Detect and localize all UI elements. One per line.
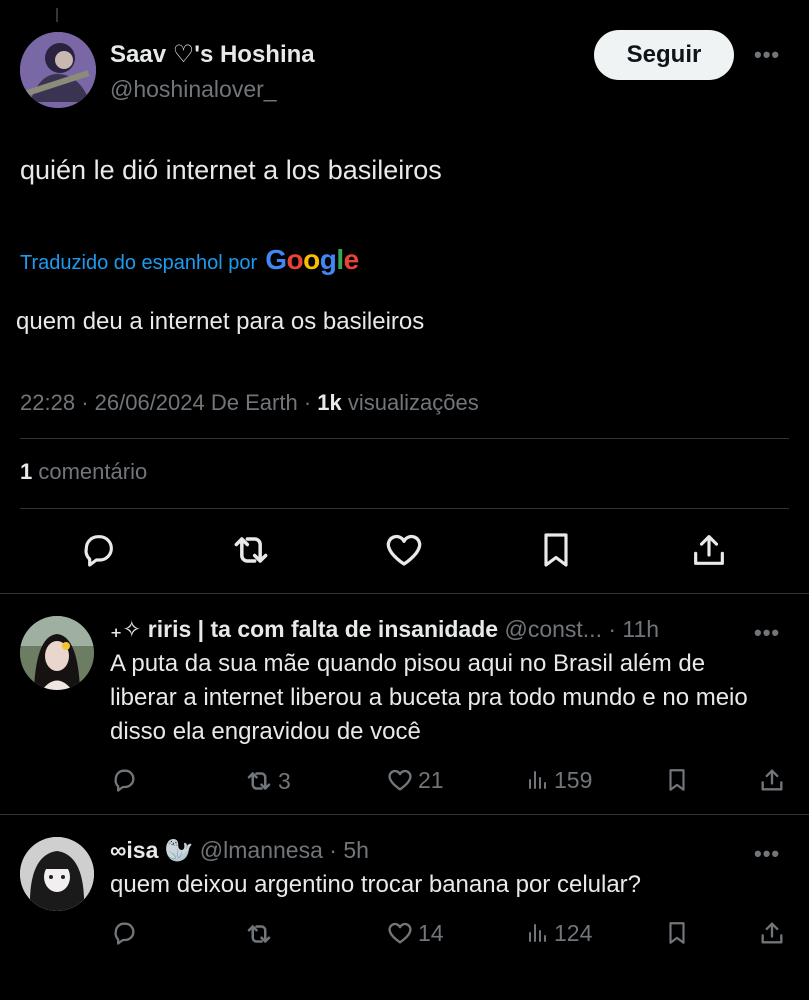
like-count: 21	[418, 766, 444, 793]
bookmark-icon	[664, 919, 690, 947]
views-count: 159	[554, 766, 593, 793]
reply-author-name[interactable]: ₊✧ riris | ta com falta de insanidade	[110, 616, 498, 642]
share-button[interactable]	[758, 919, 786, 947]
comments-number: 1	[20, 459, 33, 484]
like-button[interactable]: 14	[386, 919, 444, 947]
follow-button[interactable]: Seguir	[594, 30, 734, 80]
heart-icon	[386, 766, 414, 794]
google-logo-letter: o	[286, 244, 304, 275]
reply-header: ₊✧ riris | ta com falta de insanidade @c…	[110, 616, 659, 643]
translated-text: quem deu a internet para os basileiros	[16, 308, 425, 335]
thread-connector	[56, 8, 58, 22]
tweet-source: De Earth	[210, 390, 298, 415]
author-name[interactable]: Saav ♡'s Hoshina	[110, 40, 315, 69]
views-count: 124	[554, 919, 593, 946]
heart-icon[interactable]	[382, 528, 426, 572]
google-logo-letter: g	[319, 244, 337, 275]
heart-icon	[386, 919, 414, 947]
share-icon[interactable]	[687, 528, 731, 572]
retweet-button[interactable]: 3	[244, 766, 291, 796]
google-logo: Google	[265, 244, 360, 276]
like-button[interactable]: 21	[386, 766, 444, 794]
divider	[20, 508, 789, 509]
google-logo-letter: e	[343, 244, 360, 275]
comments-label: comentário	[38, 459, 148, 484]
retweet-button[interactable]	[244, 919, 278, 949]
reply-text: quem deixou argentino trocar banana por …	[110, 871, 642, 898]
tweet-text: quién le dió internet a los basileiros	[20, 155, 442, 185]
google-logo-letter: G	[265, 244, 287, 275]
share-button[interactable]	[758, 766, 786, 794]
retweet-icon	[244, 919, 274, 949]
divider	[20, 438, 789, 439]
reply-icon	[110, 919, 138, 947]
reply-item[interactable]: ₊✧ riris | ta com falta de insanidade @c…	[0, 594, 809, 814]
reply-button[interactable]	[110, 919, 138, 947]
reply-icon	[110, 766, 138, 794]
retweet-icon[interactable]	[229, 528, 273, 572]
author-avatar[interactable]	[20, 32, 96, 108]
tweet-date[interactable]: 26/06/2024	[95, 390, 205, 415]
bookmark-icon	[664, 766, 690, 794]
reply-text: A puta da sua mãe quando pisou aqui no B…	[110, 650, 748, 745]
comments-count[interactable]: 1 comentário	[20, 459, 147, 485]
reply-header: ∞isa 🦭 @lmannesa · 5h	[110, 837, 369, 864]
views-count: 1k	[317, 390, 342, 415]
tweet-time[interactable]: 22:28	[20, 390, 75, 415]
views-button[interactable]: 159	[526, 766, 592, 794]
reply-avatar[interactable]	[20, 837, 94, 911]
more-horizontal-icon[interactable]: •••	[754, 42, 780, 68]
reply-avatar[interactable]	[20, 616, 94, 690]
google-logo-letter: o	[303, 244, 320, 275]
reply-button[interactable]	[110, 766, 138, 794]
reply-icon[interactable]	[76, 528, 120, 572]
reply-author-name[interactable]: ∞isa 🦭	[110, 837, 193, 863]
translated-by-label: Traduzido do espanhol por	[20, 252, 258, 274]
reply-author-handle[interactable]: @const...	[504, 616, 602, 642]
reply-time[interactable]: · 11h	[608, 616, 659, 642]
like-count: 14	[418, 919, 444, 946]
bookmark-icon[interactable]	[534, 528, 578, 572]
views-icon	[526, 766, 550, 794]
google-logo-letter: l	[336, 244, 344, 275]
tweet-meta: 22:28 · 26/06/2024 De Earth · 1k visuali…	[20, 390, 479, 416]
reply-time[interactable]: · 5h	[329, 837, 369, 863]
bookmark-button[interactable]	[664, 766, 690, 794]
views-icon	[526, 919, 550, 947]
share-icon	[758, 766, 786, 794]
views-button[interactable]: 124	[526, 919, 592, 947]
meta-separator: ·	[303, 390, 318, 415]
retweet-icon	[244, 766, 274, 796]
author-handle[interactable]: @hoshinalover_	[110, 76, 277, 103]
translation-attribution[interactable]: Traduzido do espanhol por Google	[20, 244, 359, 276]
reply-item[interactable]: ∞isa 🦭 @lmannesa · 5h ••• quem deixou ar…	[0, 815, 809, 1000]
reply-author-handle[interactable]: @lmannesa	[200, 837, 323, 863]
more-horizontal-icon[interactable]: •••	[754, 620, 780, 646]
views-label: visualizações	[347, 390, 479, 415]
meta-separator: ·	[81, 390, 95, 415]
more-horizontal-icon[interactable]: •••	[754, 841, 780, 867]
share-icon	[758, 919, 786, 947]
bookmark-button[interactable]	[664, 919, 690, 947]
retweet-count: 3	[278, 767, 291, 794]
